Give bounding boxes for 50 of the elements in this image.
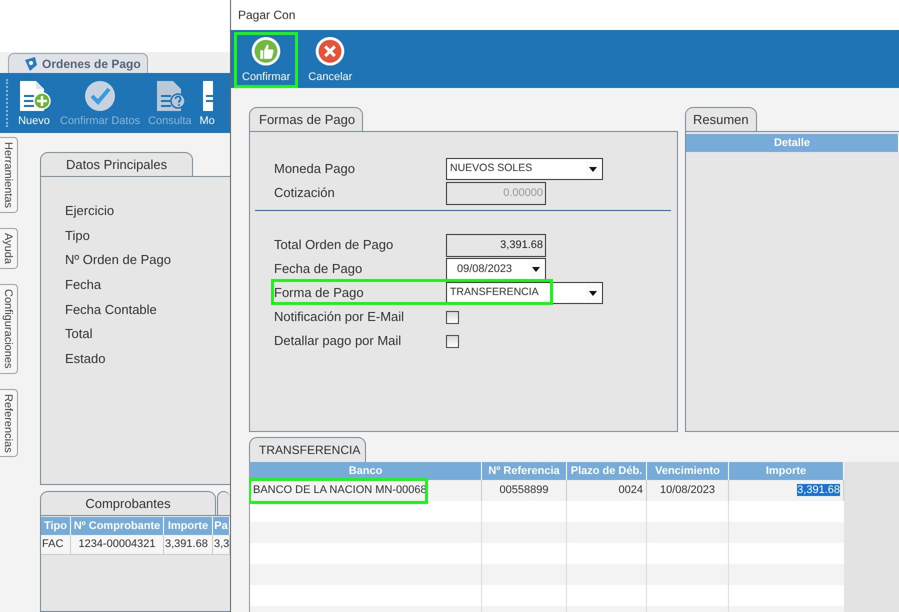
toolbar-button[interactable]: Confirmar <box>234 32 298 88</box>
dropdown-field[interactable]: NUEVOS SOLES <box>446 158 603 180</box>
side-tab[interactable]: Herramientas <box>0 137 18 214</box>
side-tab[interactable]: Referencias <box>0 388 18 458</box>
number-field[interactable]: 3,391.68 <box>446 234 546 256</box>
tab[interactable]: Comprobantes <box>40 491 216 515</box>
window-title: Pagar Con <box>231 0 899 30</box>
table-cell[interactable]: 0024 <box>567 480 647 501</box>
tab-icon <box>23 56 38 71</box>
tab[interactable]: Formas de Pago <box>249 107 363 131</box>
field-label: Cotización <box>274 184 336 202</box>
toolbar-button[interactable]: Nuevo <box>12 79 56 127</box>
field-label: Detallar pago por Mail <box>274 332 402 350</box>
dropdown-field[interactable]: TRANSFERENCIA <box>446 282 603 304</box>
check-circle-icon <box>83 79 118 113</box>
field-label: Fecha <box>65 276 102 294</box>
field-label: Nº Orden de Pago <box>65 251 172 270</box>
field-label: Ejercicio <box>65 202 116 220</box>
date-field[interactable]: 09/08/2023 <box>446 258 546 280</box>
table-cell: 3,3 <box>213 535 230 554</box>
field-label: Fecha de Pago <box>274 260 364 278</box>
field-label: Fecha Contable <box>65 300 158 319</box>
thumbs-up-icon <box>250 36 282 66</box>
table-cell[interactable]: 10/08/2023 <box>647 480 729 501</box>
checkbox[interactable] <box>446 310 459 324</box>
side-tab[interactable]: Configuraciones <box>0 284 18 374</box>
field-label: Moneda Pago <box>274 160 356 178</box>
field-label: Forma de Pago <box>274 284 365 302</box>
tab[interactable]: Datos Principales <box>40 152 193 176</box>
toolbar-button[interactable]: Mo <box>196 79 219 127</box>
field-label: Notificación por E-Mail <box>274 308 406 326</box>
tab[interactable]: Resumen <box>685 107 757 131</box>
table-cell: FAC <box>41 535 71 554</box>
side-tab[interactable]: Ayuda <box>0 228 18 270</box>
toolbar-button[interactable]: Cancelar <box>300 32 360 88</box>
close-icon <box>314 36 346 66</box>
field-label: Estado <box>65 350 106 368</box>
tab[interactable]: TRANSFERENCIA <box>249 437 366 462</box>
table-cell[interactable]: 3,391.68 <box>729 480 844 501</box>
table-cell: 1234-00004321 <box>71 535 164 554</box>
checkbox[interactable] <box>446 334 459 348</box>
table-cell[interactable]: 00558899 <box>482 480 567 501</box>
table-cell: 3,391.68 <box>164 535 213 554</box>
field-label: Tipo <box>65 226 91 245</box>
window-tab[interactable]: Ordenes de Pago <box>8 53 148 73</box>
tab[interactable] <box>217 491 230 515</box>
document-icon <box>201 79 214 113</box>
field-label: Total Orden de Pago <box>274 236 394 254</box>
table-cell[interactable]: BANCO DE LA NACION MN-00068 <box>250 480 482 501</box>
field-label: Total <box>65 325 94 344</box>
